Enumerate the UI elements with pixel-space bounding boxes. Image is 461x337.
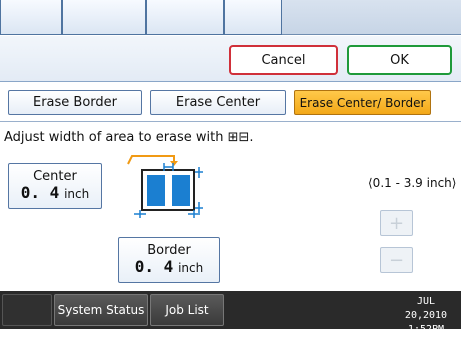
border-value: 0. 4 inch: [134, 257, 204, 276]
footer-blank-button: [2, 294, 52, 326]
erase-diagram-icon: [127, 155, 203, 218]
top-tab-3[interactable]: [146, 0, 224, 35]
system-status-button[interactable]: System Status: [54, 294, 148, 326]
date-time: JUL 20,2010 1:52PM: [396, 295, 456, 337]
border-label: Border: [147, 243, 191, 258]
minus-button[interactable]: −: [380, 247, 413, 273]
divider: [0, 121, 461, 122]
erase-center-tab[interactable]: Erase Center: [150, 90, 286, 115]
erase-border-tab[interactable]: Erase Border: [8, 90, 142, 115]
date-text: JUL 20,2010: [404, 296, 448, 321]
ok-button[interactable]: OK: [347, 45, 452, 75]
center-value: 0. 4 inch: [20, 183, 90, 202]
time-text: 1:52PM: [407, 324, 445, 335]
top-tab-1[interactable]: [0, 0, 62, 35]
border-width-button[interactable]: Border 0. 4 inch: [118, 237, 220, 283]
center-width-button[interactable]: Center 0. 4 inch: [8, 163, 102, 209]
cancel-button[interactable]: Cancel: [229, 45, 338, 75]
instruction-text: Adjust width of area to erase with ⊞⊟.: [4, 130, 254, 145]
top-tab-2[interactable]: [62, 0, 146, 35]
plus-button[interactable]: +: [380, 210, 413, 236]
erase-center-border-tab[interactable]: Erase Center/ Border: [294, 90, 431, 115]
range-text: ⟨0.1 - 3.9 inch⟩: [368, 176, 457, 190]
job-list-button[interactable]: Job List: [150, 294, 224, 326]
center-label: Center: [33, 169, 77, 184]
top-tab-4[interactable]: [224, 0, 282, 35]
